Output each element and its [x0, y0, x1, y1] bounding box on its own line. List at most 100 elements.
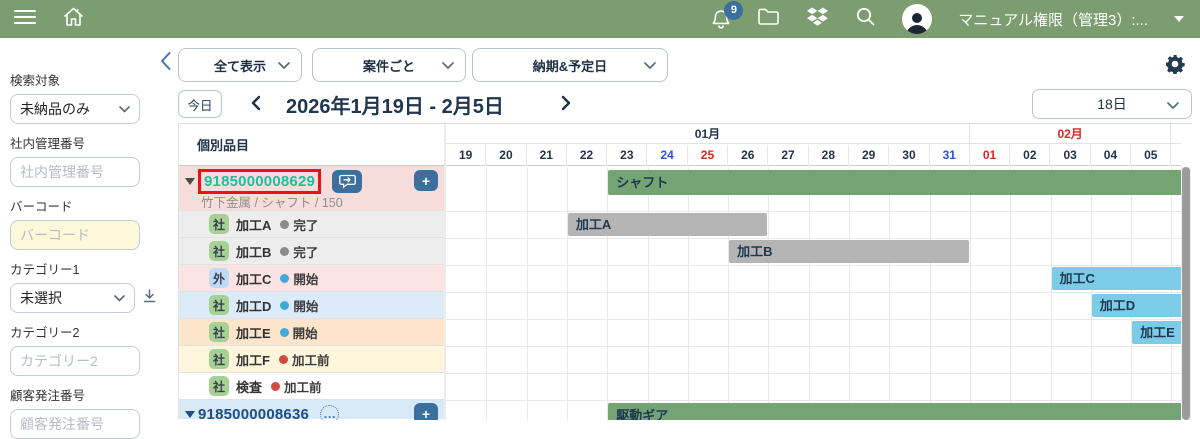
- barcode-input[interactable]: [10, 220, 140, 250]
- gantt-bar[interactable]: 加工A: [568, 213, 768, 236]
- status-dot-icon: [280, 328, 289, 337]
- status-dot-icon: [271, 382, 280, 391]
- collapse-triangle-icon[interactable]: [185, 178, 195, 185]
- category2-label: カテゴリー2: [10, 322, 156, 341]
- category2-input[interactable]: [10, 346, 140, 376]
- process-status: 加工前: [292, 350, 330, 369]
- search-target-value: 未納品のみ: [20, 99, 90, 119]
- display-filter-select[interactable]: 全て表示: [178, 48, 302, 82]
- item-number-highlighted[interactable]: 9185000008629: [198, 169, 321, 194]
- item-list-panel: 個別品目 9185000008629 + 竹下金属 / シャフト / 150 社…: [178, 124, 446, 420]
- gantt-bar[interactable]: 加工E: [1132, 321, 1181, 344]
- add-process-button[interactable]: +: [414, 170, 438, 191]
- status-dot-icon: [280, 220, 289, 229]
- gantt-bar[interactable]: 駆動ギア: [608, 403, 1181, 420]
- status-dot-icon: [280, 274, 289, 283]
- chevron-down-icon[interactable]: [1174, 16, 1184, 22]
- internal-number-input[interactable]: [10, 157, 140, 187]
- grid-line: [688, 167, 689, 420]
- grid-line: [1010, 167, 1011, 420]
- collapse-sidebar-chevron-icon[interactable]: [159, 51, 172, 76]
- process-status: 加工前: [284, 377, 322, 396]
- gantt-day-label: 27: [768, 145, 808, 166]
- chevron-down-icon: [644, 62, 656, 70]
- owner-badge: 社: [209, 214, 229, 234]
- folder-icon[interactable]: [757, 7, 780, 31]
- list-header: 個別品目: [179, 124, 444, 166]
- process-row[interactable]: 社加工F加工前: [179, 345, 444, 372]
- process-row[interactable]: 社加工E開始: [179, 318, 444, 345]
- scrollbar-thumb[interactable]: [1182, 167, 1190, 420]
- gantt-month-row: 01月02月: [446, 124, 1181, 144]
- search-icon[interactable]: [855, 6, 876, 32]
- owner-badge: 社: [209, 322, 229, 342]
- group-row-2[interactable]: 9185000008636 … +: [179, 399, 444, 419]
- chevron-down-icon: [442, 62, 454, 70]
- search-target-label: 検索対象: [10, 70, 156, 89]
- category1-select[interactable]: 未選択: [10, 283, 135, 313]
- ellipsis-menu-icon[interactable]: …: [320, 405, 339, 421]
- gantt-day-label: 29: [849, 145, 889, 166]
- top-bar: 9 マニュアル権限（管理3）:...: [0, 0, 1200, 38]
- process-name: 加工F: [236, 350, 270, 369]
- owner-badge: 外: [209, 268, 229, 288]
- process-row[interactable]: 社加工D開始: [179, 291, 444, 318]
- grid-line: [446, 346, 1181, 347]
- gantt-day-label: 30: [889, 145, 929, 166]
- gantt-day-label: [1171, 145, 1181, 166]
- period-length-value: 18日: [1097, 94, 1127, 114]
- process-status: 完了: [293, 215, 318, 234]
- item-number[interactable]: 9185000008636: [198, 406, 309, 421]
- grid-line: [527, 167, 528, 420]
- gantt-day-label: 01: [970, 145, 1010, 166]
- prev-period-chevron-icon[interactable]: [250, 95, 261, 116]
- process-row[interactable]: 社加工B完了: [179, 237, 444, 264]
- gantt-bar[interactable]: 加工B: [729, 240, 969, 263]
- next-period-chevron-icon[interactable]: [561, 95, 572, 116]
- user-menu-label[interactable]: マニュアル権限（管理3）:...: [958, 9, 1148, 30]
- today-button[interactable]: 今日: [178, 90, 222, 118]
- apply-down-icon[interactable]: [143, 289, 156, 308]
- collapse-triangle-icon[interactable]: [185, 411, 195, 418]
- menu-icon[interactable]: [14, 9, 36, 30]
- group-row-1[interactable]: 9185000008629 + 竹下金属 / シャフト / 150: [179, 166, 444, 210]
- add-process-button[interactable]: +: [414, 403, 438, 420]
- vertical-scrollbar[interactable]: [1181, 167, 1191, 420]
- gantt-bar[interactable]: 加工D: [1092, 294, 1181, 317]
- process-status: 開始: [293, 296, 318, 315]
- process-row[interactable]: 社加工A 完了: [179, 210, 444, 237]
- comment-sync-button[interactable]: [332, 170, 362, 193]
- notifications-bell-icon[interactable]: 9: [711, 9, 731, 30]
- filter-sidebar: 検索対象 未納品のみ 社内管理番号 バーコード カテゴリー1 未選択 カテゴリー…: [0, 38, 156, 420]
- grouping-filter-select[interactable]: 案件ごと: [312, 48, 466, 82]
- owner-badge: 社: [209, 295, 229, 315]
- search-target-select[interactable]: 未納品のみ: [10, 94, 140, 124]
- grid-line: [809, 167, 810, 420]
- gantt-day-label: 04: [1091, 145, 1131, 166]
- process-row[interactable]: 外加工C開始: [179, 264, 444, 291]
- process-rows: 社加工A完了社加工B完了外加工C開始社加工D開始社加工E開始社加工F加工前社検査…: [179, 210, 444, 399]
- grid-line: [1091, 167, 1092, 420]
- home-icon[interactable]: [62, 6, 85, 32]
- settings-gear-icon[interactable]: [1165, 54, 1185, 79]
- process-row[interactable]: 社検査加工前: [179, 372, 444, 399]
- date-mode-filter-select[interactable]: 納期&予定日: [472, 48, 668, 82]
- gantt-month-label: 02月: [970, 124, 1172, 144]
- grid-line: [446, 211, 1181, 212]
- avatar[interactable]: [902, 4, 932, 34]
- chevron-down-icon: [114, 295, 125, 302]
- process-name: 加工B: [236, 242, 271, 261]
- gantt-bar[interactable]: 加工C: [1052, 267, 1182, 290]
- grid-line: [446, 319, 1181, 320]
- dropbox-icon[interactable]: [806, 7, 829, 32]
- grid-line: [970, 167, 971, 420]
- gantt-bar[interactable]: シャフト: [608, 170, 1181, 195]
- grid-line: [446, 292, 1181, 293]
- customer-order-input[interactable]: [10, 409, 140, 439]
- category1-value: 未選択: [20, 288, 62, 308]
- period-length-select[interactable]: 18日: [1032, 89, 1192, 119]
- grid-line: [889, 167, 890, 420]
- process-status: 開始: [293, 269, 318, 288]
- process-name: 加工A: [236, 215, 271, 234]
- gantt-day-label: 25: [688, 145, 728, 166]
